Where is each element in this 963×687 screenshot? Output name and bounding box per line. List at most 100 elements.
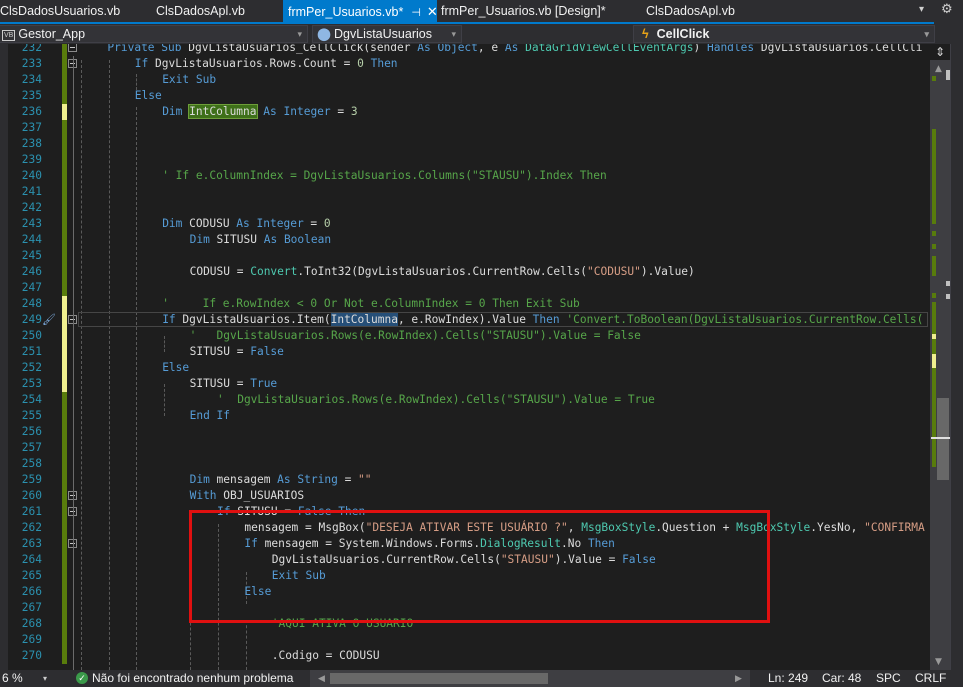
code-line[interactable]: 264 DgvListaUsuarios.CurrentRow.Cells("ST… xyxy=(0,552,930,568)
outline-fold-line xyxy=(73,56,74,670)
tab-list-dropdown-icon[interactable]: ▾ xyxy=(919,4,924,15)
change-indicator xyxy=(62,584,67,600)
horizontal-scrollbar-thumb[interactable] xyxy=(330,673,548,684)
code-token: DialogResult xyxy=(480,537,561,550)
code-line[interactable]: 249 🖌 If DgvListaUsuarios.Item(IntColumna,… xyxy=(0,312,930,328)
gear-icon[interactable]: ⚙ xyxy=(941,2,953,17)
code-line[interactable]: 246 CODUSU = Convert.ToInt32(DgvListaUsua… xyxy=(0,264,930,280)
code-token: Handles xyxy=(706,44,755,54)
tab-label: ClsDadosApl.vb xyxy=(646,4,735,18)
collapse-toggle[interactable] xyxy=(68,44,77,52)
project-label: Gestor_App xyxy=(18,27,86,41)
code-token: DgvListaUsuarios_CellClick(sender xyxy=(188,44,418,54)
code-token: OBJ_USUARIOS xyxy=(216,489,305,502)
code-line[interactable]: 239 xyxy=(0,152,930,168)
code-line[interactable]: 252 Else xyxy=(0,360,930,376)
code-token: As xyxy=(236,217,250,230)
code-line[interactable]: 234 Exit Sub xyxy=(0,72,930,88)
tab-clsdadosapl[interactable]: ClsDadosApl.vb xyxy=(156,0,276,22)
code-line[interactable]: 255 End If xyxy=(0,408,930,424)
tab-frmper-usuarios[interactable]: frmPer_Usuarios.vb* ⊣ ✕ xyxy=(283,0,437,22)
code-line[interactable]: 236 Dim IntColumna As Integer = 3 xyxy=(0,104,930,120)
change-indicator xyxy=(62,136,67,152)
change-indicator xyxy=(62,216,67,232)
scroll-down-arrow-icon[interactable]: ▼ xyxy=(935,657,942,667)
scroll-left-arrow-icon[interactable]: ◀ xyxy=(318,670,325,687)
code-line[interactable]: 247 xyxy=(0,280,930,296)
chevron-down-icon: ▾ xyxy=(451,29,456,39)
change-indicator xyxy=(62,440,67,456)
code-line[interactable]: 251 SITUSU = False xyxy=(0,344,930,360)
scrollbar-thumb[interactable] xyxy=(937,398,949,480)
change-indicator xyxy=(62,44,67,56)
code-line[interactable]: 259 Dim mensagem As String = "" xyxy=(0,472,930,488)
code-line[interactable]: 268 'AQUI ATIVA O USUARIO xyxy=(0,616,930,632)
code-token: DgvListaUsuarios.CellCli xyxy=(754,44,923,54)
chevron-down-icon[interactable]: ▾ xyxy=(43,670,47,687)
scroll-map-change xyxy=(932,256,936,276)
code-line[interactable]: 260 With OBJ_USUARIOS xyxy=(0,488,930,504)
object-label: DgvListaUsuarios xyxy=(334,27,432,41)
code-line[interactable]: 256 xyxy=(0,424,930,440)
tab-frmper-usuarios-design[interactable]: frmPer_Usuarios.vb [Design]* xyxy=(441,0,621,22)
line-number-status: Ln: 249 xyxy=(768,671,809,685)
split-window-icon[interactable]: ⇕ xyxy=(930,44,950,60)
pin-icon[interactable]: ⊣ xyxy=(411,2,421,22)
code-token: ' If e.RowIndex < 0 Or Not e.ColumnIndex… xyxy=(162,297,580,310)
code-line[interactable]: 254 ' DgvListaUsuarios.Rows(e.RowIndex).C… xyxy=(0,392,930,408)
code-token: Integer xyxy=(283,105,331,118)
code-text: Else xyxy=(135,88,162,104)
object-dropdown[interactable]: ⬤ DgvListaUsuarios ▾ xyxy=(312,25,462,43)
code-line[interactable]: 241 xyxy=(0,184,930,200)
tab-label: ClsDadosUsuarios.vb xyxy=(0,4,121,18)
code-line[interactable]: 267 xyxy=(0,600,930,616)
code-line[interactable]: 265 Exit Sub xyxy=(0,568,930,584)
change-indicator xyxy=(62,264,67,280)
code-line[interactable]: 238 xyxy=(0,136,930,152)
project-dropdown[interactable]: VB Gestor_App ▾ xyxy=(0,25,308,43)
code-line[interactable]: 242 xyxy=(0,200,930,216)
code-line[interactable]: 262 mensagem = MsgBox("DESEJA ATIVAR ESTE… xyxy=(0,520,930,536)
code-line[interactable]: 240 ' If e.ColumnIndex = DgvListaUsuarios… xyxy=(0,168,930,184)
code-line[interactable]: 270 .Codigo = CODUSU xyxy=(0,648,930,664)
code-line[interactable]: 258 xyxy=(0,456,930,472)
code-line[interactable]: 237 xyxy=(0,120,930,136)
change-indicator xyxy=(62,104,67,120)
line-number: 265 xyxy=(21,569,42,582)
change-indicator xyxy=(62,312,67,328)
issues-status[interactable]: Não foi encontrado nenhum problema xyxy=(92,670,293,687)
change-indicator xyxy=(62,360,67,376)
tab-clsdadosusuarios[interactable]: ClsDadosUsuarios.vb xyxy=(0,0,140,22)
code-line[interactable]: 263 If mensagem = System.Windows.Forms.Di… xyxy=(0,536,930,552)
code-line[interactable]: 235 Else xyxy=(0,88,930,104)
code-line[interactable]: 244 Dim SITUSU As Boolean xyxy=(0,232,930,248)
tab-clsdadosapl-2[interactable]: ClsDadosApl.vb xyxy=(646,0,766,22)
line-number: 262 xyxy=(21,521,42,534)
close-icon[interactable]: ✕ xyxy=(427,0,437,22)
code-token: False xyxy=(250,345,284,358)
member-label: CellClick xyxy=(656,27,710,41)
code-line[interactable]: 250 ' DgvListaUsuarios.Rows(e.RowIndex).C… xyxy=(0,328,930,344)
member-dropdown[interactable]: ϟ CellClick ▾ xyxy=(633,25,935,43)
code-line[interactable]: 257 xyxy=(0,440,930,456)
code-line[interactable]: 243 Dim CODUSU As Integer = 0 xyxy=(0,216,930,232)
code-line[interactable]: 266 Else xyxy=(0,584,930,600)
code-line[interactable]: 269 xyxy=(0,632,930,648)
code-line[interactable]: 233 If DgvListaUsuarios.Rows.Count = 0 Th… xyxy=(0,56,930,72)
scroll-right-arrow-icon[interactable]: ▶ xyxy=(735,670,742,687)
line-number: 245 xyxy=(21,249,42,262)
code-line[interactable]: 261 If SITUSU = False Then xyxy=(0,504,930,520)
change-indicator xyxy=(62,568,67,584)
scroll-up-arrow-icon[interactable]: ▲ xyxy=(935,64,942,74)
code-line[interactable]: 232 Private Sub DgvListaUsuarios_CellClic… xyxy=(0,44,930,56)
zoom-level[interactable]: 6 % xyxy=(2,670,23,687)
code-editor[interactable]: 232 Private Sub DgvListaUsuarios_CellClic… xyxy=(0,44,930,670)
code-line[interactable]: 253 SITUSU = True xyxy=(0,376,930,392)
code-line[interactable]: 245 xyxy=(0,248,930,264)
quick-action-brush-icon[interactable]: 🖌 xyxy=(42,312,56,328)
code-line[interactable]: 248 ' If e.RowIndex < 0 Or Not e.ColumnIn… xyxy=(0,296,930,312)
line-number: 269 xyxy=(21,633,42,646)
